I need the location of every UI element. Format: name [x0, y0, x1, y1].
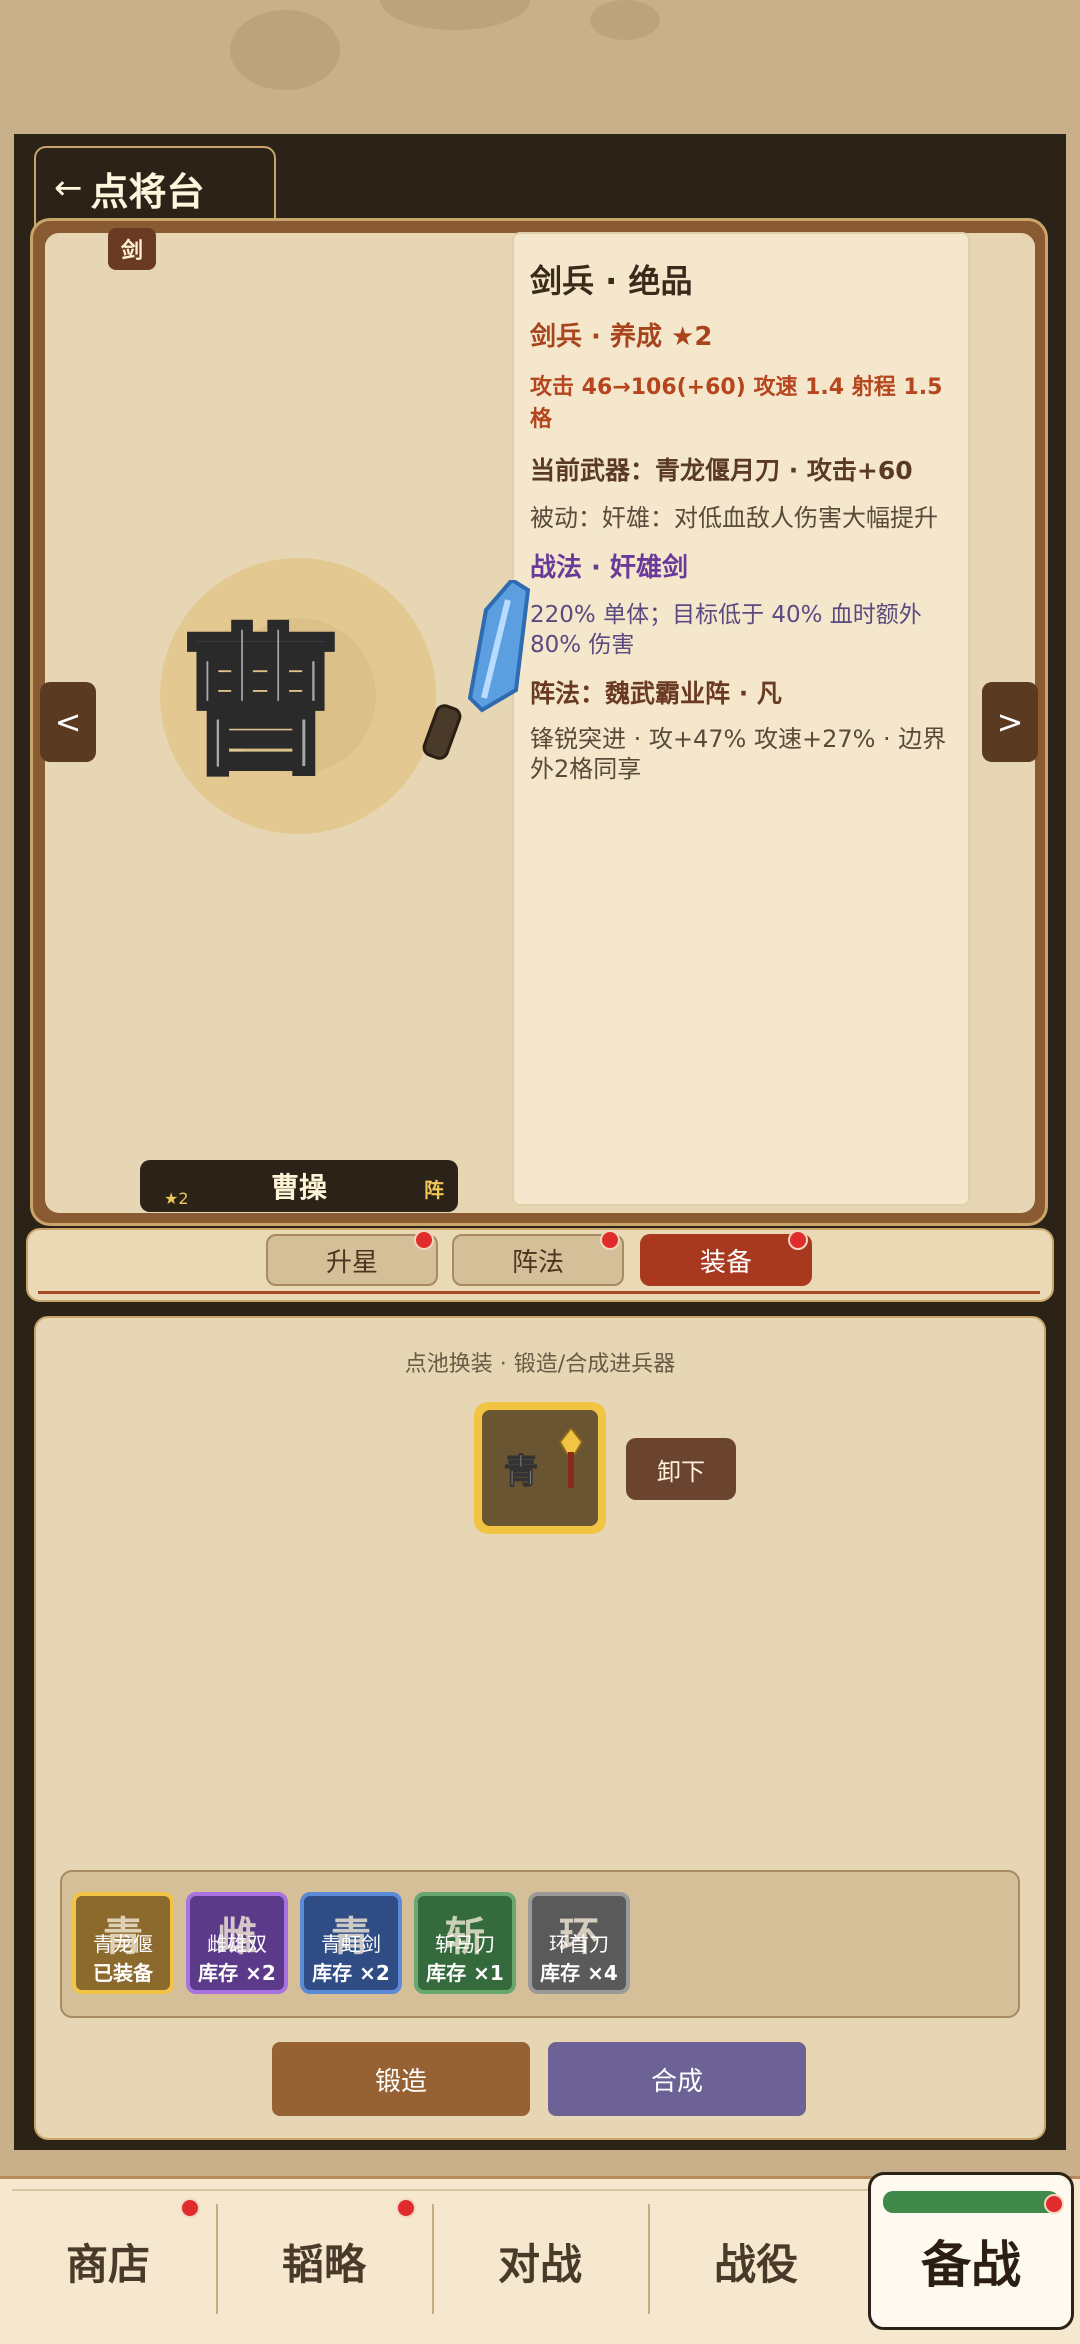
tab-formation[interactable]: 阵法 — [452, 1234, 624, 1286]
skill-desc: 220% 单体；目标低于 40% 血时额外 80% 伤害 — [530, 602, 922, 658]
equipped-weapon-slot[interactable]: 青 — [474, 1402, 606, 1534]
tab-equipment[interactable]: 装备 — [640, 1234, 812, 1286]
prepare-progress-bar — [883, 2191, 1059, 2213]
notification-dot — [396, 2198, 416, 2218]
forge-button[interactable]: 锻造 — [272, 2042, 530, 2116]
formation-desc: 锋锐突进 · 攻+47% 攻速+27% · 边界外2格同享 — [530, 725, 947, 783]
equipment-hint: 点池换装 · 锻造/合成进兵器 — [404, 1352, 676, 1377]
unequip-button[interactable]: 卸下 — [626, 1438, 736, 1500]
background-decoration — [590, 0, 660, 40]
merge-button[interactable]: 合成 — [548, 2042, 806, 2116]
unit-title: 剑兵 · 绝品 — [530, 262, 693, 300]
inventory-weapon-item[interactable]: 斩斩马刀 库存 ×1 — [414, 1892, 516, 1994]
weapon-stock: 库存 ×2 — [312, 1961, 390, 1985]
inventory-weapon-item[interactable]: 青青虹剑 库存 ×2 — [300, 1892, 402, 1994]
weapon-name: 青龙偃 — [93, 1932, 153, 1956]
page-title: 点将台 — [90, 169, 205, 214]
formation-badge: 阵 — [424, 1178, 444, 1202]
background-decoration — [230, 10, 340, 90]
prev-hero-button[interactable]: < — [40, 682, 96, 762]
passive-desc: 被动：奸雄：对低血敌人伤害大幅提升 — [530, 504, 938, 532]
nav-shop[interactable]: 商店 — [0, 2206, 216, 2316]
header-tab[interactable]: ← 点将台 — [34, 146, 276, 228]
hero-info-card: 剑兵 · 绝品 剑兵 · 养成 ★2 攻击 46→106(+60) 攻速 1.4… — [512, 232, 970, 1206]
notification-dot — [1044, 2194, 1064, 2214]
weapon-name: 斩马刀 — [435, 1932, 495, 1956]
weapon-stock: 库存 ×2 — [198, 1961, 276, 1985]
notification-dot — [600, 1230, 620, 1250]
hero-stars: ★2 — [164, 1189, 189, 1208]
current-weapon: 当前武器：青龙偃月刀 · 攻击+60 — [530, 456, 913, 485]
inventory-weapon-item[interactable]: 雌雌雄双 库存 ×2 — [186, 1892, 288, 1994]
hero-name: 曹操 — [270, 1171, 327, 1204]
sword-icon — [422, 580, 530, 760]
equipped-weapon-char: 青 — [504, 1452, 539, 1493]
tab-star-up[interactable]: 升星 — [266, 1234, 438, 1286]
nav-battle[interactable]: 对战 — [432, 2206, 648, 2316]
hero-portrait[interactable]: 曹 — [179, 600, 344, 800]
weapon-stock: 已装备 — [93, 1961, 153, 1985]
formation-title: 阵法：魏武霸业阵 · 凡 — [530, 679, 782, 708]
hero-name-plate: ★2 曹操 阵 — [140, 1160, 458, 1212]
unit-grade: 剑兵 · 养成 ★2 — [530, 322, 713, 352]
notification-dot — [788, 1230, 808, 1250]
weapon-name: 青虹剑 — [321, 1932, 381, 1956]
skill-title: 战法 · 奸雄剑 — [530, 553, 688, 583]
next-hero-button[interactable]: > — [982, 682, 1038, 762]
notification-dot — [414, 1230, 434, 1250]
nav-campaign[interactable]: 战役 — [648, 2206, 864, 2316]
unit-stats: 攻击 46→106(+60) 攻速 1.4 射程 1.5 格 — [530, 375, 943, 432]
nav-prepare[interactable]: 备战 — [868, 2172, 1074, 2330]
unit-type-badge: 剑 — [108, 228, 156, 270]
weapon-stock: 库存 ×1 — [426, 1961, 504, 1985]
inventory-weapon-item[interactable]: 青青龙偃 已装备 — [72, 1892, 174, 1994]
notification-dot — [180, 2198, 200, 2218]
weapon-stock: 库存 ×4 — [540, 1961, 618, 1985]
halberd-icon — [558, 1428, 584, 1488]
inventory-weapon-item[interactable]: 环环首刀 库存 ×4 — [528, 1892, 630, 1994]
nav-prepare-label: 备战 — [921, 2236, 1021, 2294]
back-arrow-icon[interactable]: ← — [54, 168, 83, 208]
tab-underline — [38, 1291, 1040, 1294]
weapon-name: 雌雄双 — [207, 1932, 267, 1956]
weapon-name: 环首刀 — [549, 1932, 609, 1956]
nav-strategy[interactable]: 韬略 — [216, 2206, 432, 2316]
background-top — [0, 0, 1080, 140]
